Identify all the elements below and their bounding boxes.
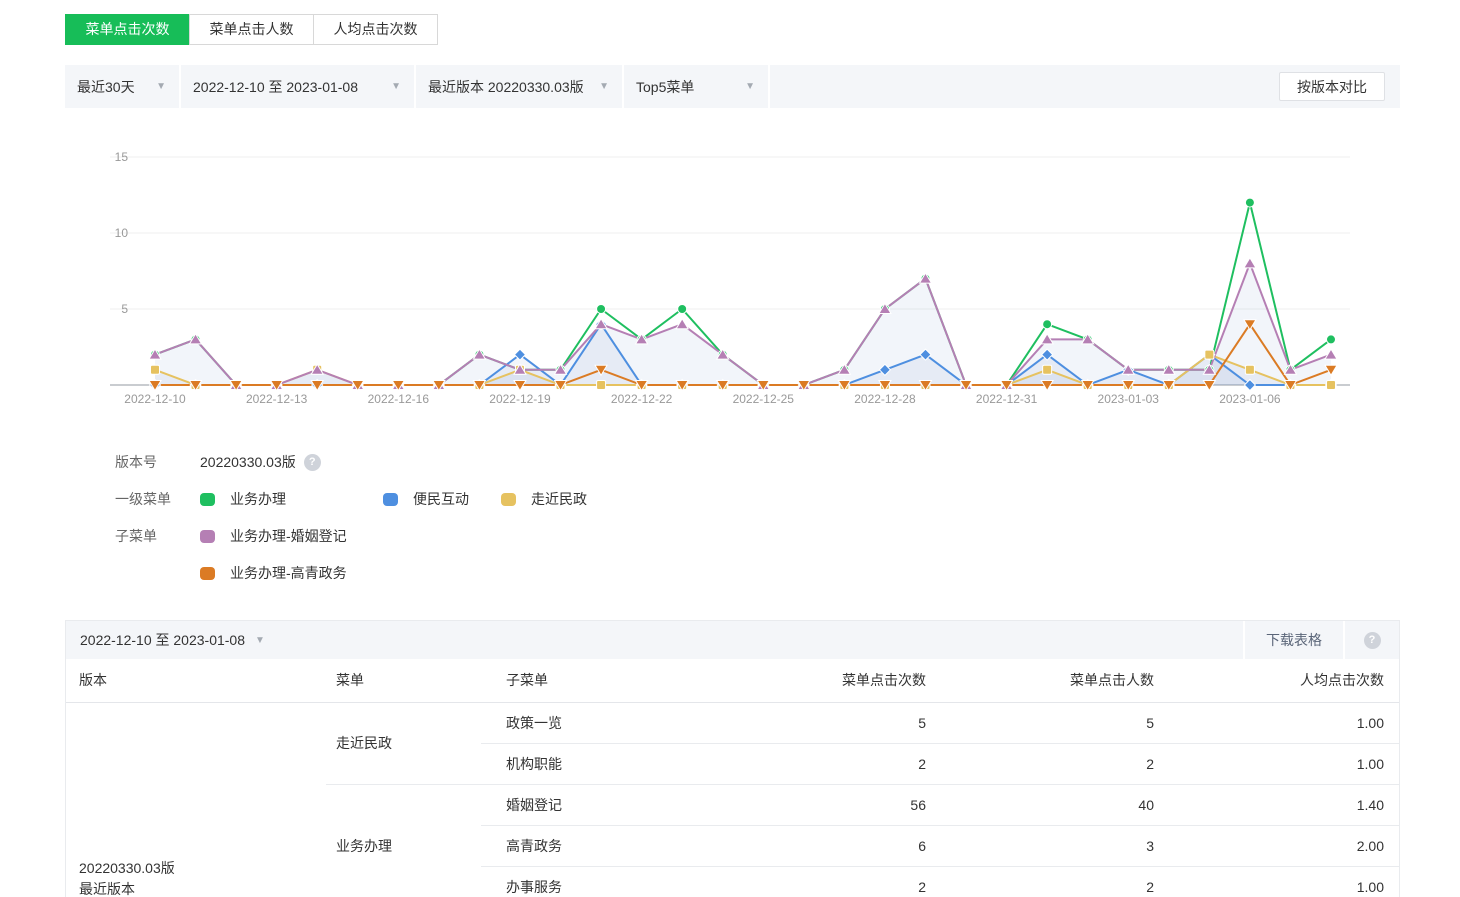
chevron-down-icon: ▼ [599,81,609,92]
top-menu-label: Top5菜单 [636,77,694,97]
chevron-down-icon: ▼ [745,81,755,92]
version-tag: 最近版本 [79,879,326,897]
avg-clicks-cell: 1.00 [1169,743,1399,784]
version-dropdown[interactable]: 最近版本 20220330.03版 ▼ [416,65,622,108]
chevron-down-icon: ▼ [156,81,166,92]
legend-swatch-green [200,493,215,506]
click-users-cell: 3 [941,825,1169,866]
legend-item-hunyindengji: 业务办理-婚姻登记 [200,526,347,546]
svg-text:2022-12-13: 2022-12-13 [246,392,308,406]
table-period-label: 2022-12-10 至 2023-01-08 [80,630,245,650]
click-count-cell: 6 [741,825,941,866]
menu-stats-table: 版本 菜单 子菜单 菜单点击次数 菜单点击人数 人均点击次数 20220330.… [66,659,1399,897]
svg-text:2022-12-16: 2022-12-16 [368,392,430,406]
submenu-cell: 政策一览 [481,702,741,743]
submenu-cell: 婚姻登记 [481,784,741,825]
menu-cell: 业务办理 [326,784,481,897]
svg-text:2023-01-03: 2023-01-03 [1098,392,1160,406]
version-cell: 20220330.03版 最近版本 [66,702,326,897]
click-count-cell: 56 [741,784,941,825]
click-count-cell: 2 [741,743,941,784]
level1-menu-label: 一级菜单 [115,489,200,509]
col-submenu: 子菜单 [481,659,741,702]
menu-cell: 走近民政 [326,702,481,784]
help-icon: ? [1364,632,1381,649]
date-range-label: 2022-12-10 至 2023-01-08 [193,77,358,97]
svg-text:2022-12-22: 2022-12-22 [611,392,673,406]
tab-menu-click-users[interactable]: 菜单点击人数 [189,14,314,45]
compare-by-version-button[interactable]: 按版本对比 [1279,72,1385,101]
version-name: 20220330.03版 [79,858,326,879]
tab-menu-click-count[interactable]: 菜单点击次数 [65,14,190,45]
legend-item-bianminhudong: 便民互动 [383,489,501,509]
legend-version-row: 版本号 20220330.03版 ? [115,452,1400,472]
version-filter-label: 最近版本 20220330.03版 [428,77,584,97]
click-users-cell: 40 [941,784,1169,825]
svg-text:2023-01-06: 2023-01-06 [1219,392,1281,406]
legend-submenu-row2: 业务办理-高青政务 [115,563,1400,583]
avg-clicks-cell: 1.00 [1169,702,1399,743]
table-header-row: 版本 菜单 子菜单 菜单点击次数 菜单点击人数 人均点击次数 [66,659,1399,702]
chart-legend: 版本号 20220330.03版 ? 一级菜单 业务办理 便民互动 走近民政 子… [65,452,1400,583]
table-row: 20220330.03版 最近版本 走近民政 政策一览 5 5 1.00 [66,702,1399,743]
legend-item-gaoqingzhengwu: 业务办理-高青政务 [200,563,347,583]
svg-text:5: 5 [121,302,128,316]
svg-text:2022-12-19: 2022-12-19 [489,392,551,406]
svg-text:2022-12-31: 2022-12-31 [976,392,1038,406]
chart-panel: 最近30天 ▼ 2022-12-10 至 2023-01-08 ▼ 最近版本 2… [65,65,1400,583]
submenu-cell: 机构职能 [481,743,741,784]
col-click-users: 菜单点击人数 [941,659,1169,702]
top-menu-dropdown[interactable]: Top5菜单 ▼ [624,65,768,108]
click-count-cell: 2 [741,866,941,897]
legend-level1-row: 一级菜单 业务办理 便民互动 走近民政 [115,489,1400,509]
col-menu: 菜单 [326,659,481,702]
version-number-label: 版本号 [115,452,200,472]
svg-text:2022-12-28: 2022-12-28 [854,392,916,406]
legend-swatch-yellow [501,493,516,506]
date-preset-dropdown[interactable]: 最近30天 ▼ [65,65,179,108]
click-users-cell: 2 [941,866,1169,897]
avg-clicks-cell: 2.00 [1169,825,1399,866]
svg-text:2022-12-10: 2022-12-10 [124,392,186,406]
svg-text:10: 10 [115,226,129,240]
submenu-cell: 高青政务 [481,825,741,866]
version-number-value: 20220330.03版 [200,452,296,472]
metric-tabs: 菜单点击次数 菜单点击人数 人均点击次数 [65,14,1460,45]
table-help-cell[interactable]: ? [1343,621,1399,659]
menu-click-chart: 5 10 15 2022-12-10 2022-12-13 2022-12-16 2022-… [65,108,1400,418]
submenu-cell: 办事服务 [481,866,741,897]
help-icon[interactable]: ? [304,454,321,471]
avg-clicks-cell: 1.00 [1169,866,1399,897]
click-users-cell: 5 [941,702,1169,743]
date-preset-label: 最近30天 [77,77,135,97]
submenu-label: 子菜单 [115,526,200,546]
click-users-cell: 2 [941,743,1169,784]
chevron-down-icon: ▼ [255,635,265,646]
date-range-dropdown[interactable]: 2022-12-10 至 2023-01-08 ▼ [181,65,414,108]
legend-swatch-purple [200,530,215,543]
table-toolbar: 2022-12-10 至 2023-01-08 ▼ 下载表格 ? [66,621,1399,659]
table-period-dropdown[interactable]: 2022-12-10 至 2023-01-08 ▼ [66,621,1243,659]
legend-swatch-blue [383,493,398,506]
detail-table-panel: 2022-12-10 至 2023-01-08 ▼ 下载表格 ? 版本 菜单 子… [65,620,1400,897]
legend-swatch-orange [200,567,215,580]
click-count-cell: 5 [741,702,941,743]
download-table-button[interactable]: 下载表格 [1243,621,1343,659]
col-click-count: 菜单点击次数 [741,659,941,702]
svg-text:2022-12-25: 2022-12-25 [733,392,795,406]
legend-submenu-row: 子菜单 业务办理-婚姻登记 [115,526,1400,546]
legend-item-yewubanli: 业务办理 [200,489,383,509]
filter-bar: 最近30天 ▼ 2022-12-10 至 2023-01-08 ▼ 最近版本 2… [65,65,1400,108]
col-version: 版本 [66,659,326,702]
col-avg-clicks: 人均点击次数 [1169,659,1399,702]
svg-text:15: 15 [115,150,129,164]
tab-avg-clicks-per-user[interactable]: 人均点击次数 [313,14,438,45]
chevron-down-icon: ▼ [391,81,401,92]
avg-clicks-cell: 1.40 [1169,784,1399,825]
legend-item-zoujinminzheng: 走近民政 [501,489,587,509]
